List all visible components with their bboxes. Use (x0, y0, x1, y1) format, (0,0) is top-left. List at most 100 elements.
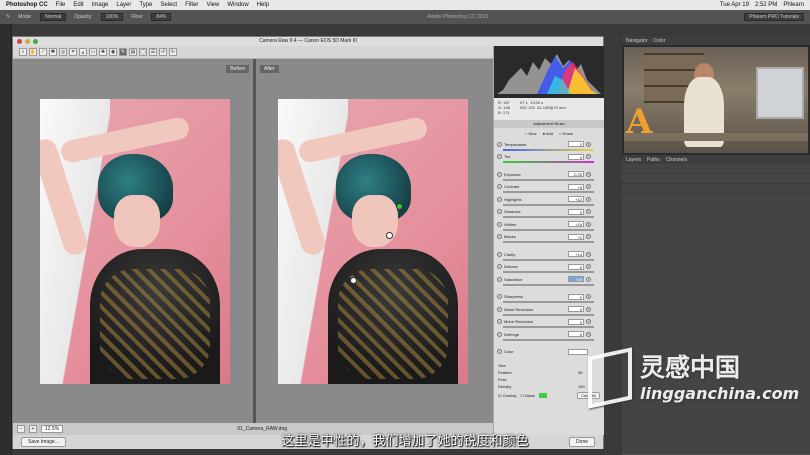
slider-dehaze[interactable]: − Dehaze 0 + (494, 261, 604, 273)
zoom-tool-icon[interactable]: ⌕ (19, 48, 27, 56)
minus-icon[interactable]: − (497, 221, 502, 227)
plus-icon[interactable]: + (586, 276, 591, 282)
menu-select[interactable]: Select (160, 2, 177, 8)
tab-channels[interactable]: Channels (666, 157, 687, 163)
mode-new-radio[interactable]: ○ New (525, 131, 537, 136)
slider-whites[interactable]: − Whites +19 + (494, 218, 604, 231)
slider-defringe[interactable]: − Defringe 0 + (494, 328, 604, 341)
brush-tool-icon[interactable]: ✎ (6, 14, 10, 20)
minus-icon[interactable]: − (497, 319, 502, 325)
minus-icon[interactable]: − (497, 276, 502, 282)
menu-filter[interactable]: Filter (185, 2, 198, 8)
app-menu[interactable]: Photoshop CC (6, 2, 48, 8)
minus-icon[interactable]: − (497, 264, 502, 270)
slider-track[interactable] (503, 338, 594, 341)
plus-icon[interactable]: + (586, 294, 591, 300)
mask-color-swatch[interactable] (538, 393, 547, 398)
slider-highlights[interactable]: − Highlights +12 + (494, 193, 604, 206)
minimize-dot-icon[interactable] (25, 39, 30, 44)
slider-clarity[interactable]: − Clarity +14 + (494, 248, 604, 261)
mode-erase-radio[interactable]: ○ Erase (559, 131, 573, 136)
plus-icon[interactable]: + (586, 184, 591, 190)
minus-icon[interactable]: − (497, 154, 502, 160)
plus-icon[interactable]: + (586, 264, 591, 270)
layer-filter-row[interactable] (622, 164, 810, 174)
density-value[interactable]: 100 (578, 384, 585, 391)
plus-icon[interactable]: + (586, 234, 591, 240)
minus-icon[interactable]: − (497, 184, 502, 190)
minus-icon[interactable]: − (497, 331, 502, 337)
slider-value[interactable]: +14 (568, 251, 584, 258)
slider-moire-reduction[interactable]: − Moire Reduction 0 + (494, 316, 604, 328)
tab-layers[interactable]: Layers (626, 157, 641, 163)
slider-value[interactable]: +19 (568, 221, 584, 228)
zoom-dot-icon[interactable] (33, 39, 38, 44)
slider-value[interactable]: 0 (568, 293, 584, 300)
slider-value[interactable]: 0 (568, 153, 584, 160)
plus-icon[interactable]: + (586, 141, 591, 147)
slider-value[interactable]: -0.25 (568, 171, 584, 178)
rotate-left-icon[interactable]: ↺ (159, 48, 167, 56)
mask-checkbox[interactable]: ☐ Mask (520, 393, 534, 398)
slider-value[interactable]: 0 (568, 141, 584, 148)
spot-removal-icon[interactable]: ✚ (99, 48, 107, 56)
slider-sharpness[interactable]: − Sharpness 0 + (494, 291, 604, 303)
close-dot-icon[interactable] (17, 39, 22, 44)
rotate-right-icon[interactable]: ↻ (169, 48, 177, 56)
tab-navigator[interactable]: Navigator (626, 38, 647, 44)
plus-icon[interactable]: + (586, 306, 591, 312)
straighten-tool-icon[interactable]: ⦤ (79, 48, 87, 56)
feather-value[interactable]: 36 (578, 370, 582, 377)
slider-track[interactable] (503, 161, 594, 163)
minus-icon[interactable]: − (497, 294, 502, 300)
menu-help[interactable]: Help (257, 2, 269, 8)
slider-value[interactable]: 0 (568, 331, 584, 338)
preferences-icon[interactable]: ☰ (149, 48, 157, 56)
slider-temperature[interactable]: − Temperature 0 + (494, 138, 604, 151)
menu-file[interactable]: File (56, 2, 66, 8)
crop-tool-icon[interactable]: ⌗ (69, 48, 77, 56)
layer-lock-row[interactable] (622, 184, 810, 194)
minus-icon[interactable]: − (497, 251, 502, 257)
targeted-adjustment-icon[interactable]: ◎ (59, 48, 67, 56)
slider-shadows[interactable]: − Shadows 0 + (494, 206, 604, 218)
slider-saturation[interactable]: − Saturation +20 + (494, 273, 604, 286)
menu-layer[interactable]: Layer (116, 2, 131, 8)
adjustment-brush-icon[interactable]: ✎ (119, 48, 127, 56)
slider-exposure[interactable]: − Exposure -0.25 + (494, 168, 604, 181)
menu-window[interactable]: Window (227, 2, 248, 8)
after-photo[interactable] (278, 99, 468, 384)
slider-contrast[interactable]: − Contrast +8 + (494, 181, 604, 193)
menu-type[interactable]: Type (139, 2, 152, 8)
plus-icon[interactable]: + (586, 319, 591, 325)
slider-value[interactable]: 0 (568, 318, 584, 325)
workspace-select[interactable]: Phlearn PRO Tutorials (744, 13, 804, 21)
adjustment-pin-active[interactable] (396, 203, 403, 210)
opacity-field[interactable]: 100% (100, 13, 124, 21)
plus-icon[interactable]: + (586, 171, 591, 177)
adjustment-pin[interactable] (386, 232, 393, 239)
slider-track[interactable] (503, 241, 594, 243)
layer-blend-row[interactable] (622, 174, 810, 184)
plus-icon[interactable]: + (586, 331, 591, 337)
slider-value[interactable]: 0 (568, 306, 584, 313)
radial-filter-icon[interactable]: ◯ (139, 48, 147, 56)
minus-icon[interactable]: − (497, 234, 502, 240)
slider-value[interactable]: 0 (568, 208, 584, 215)
red-eye-icon[interactable]: ◉ (109, 48, 117, 56)
tab-paths[interactable]: Paths (647, 157, 660, 163)
slider-value[interactable]: +20 (568, 276, 584, 283)
overlay-checkbox[interactable]: ☑ Overlay (498, 393, 516, 398)
slider-tint[interactable]: − Tint 0 + (494, 151, 604, 163)
plus-icon[interactable]: + (586, 251, 591, 257)
menu-image[interactable]: Image (92, 2, 109, 8)
plus-icon[interactable]: + (586, 196, 591, 202)
slider-track[interactable] (503, 283, 594, 286)
menu-view[interactable]: View (206, 2, 219, 8)
plus-icon[interactable]: + (586, 221, 591, 227)
slider-value[interactable]: +8 (568, 183, 584, 190)
minus-icon[interactable]: − (497, 196, 502, 202)
flow-field[interactable]: 84% (151, 13, 172, 21)
mode-select[interactable]: Normal (40, 13, 67, 21)
minus-icon[interactable]: − (497, 209, 502, 215)
